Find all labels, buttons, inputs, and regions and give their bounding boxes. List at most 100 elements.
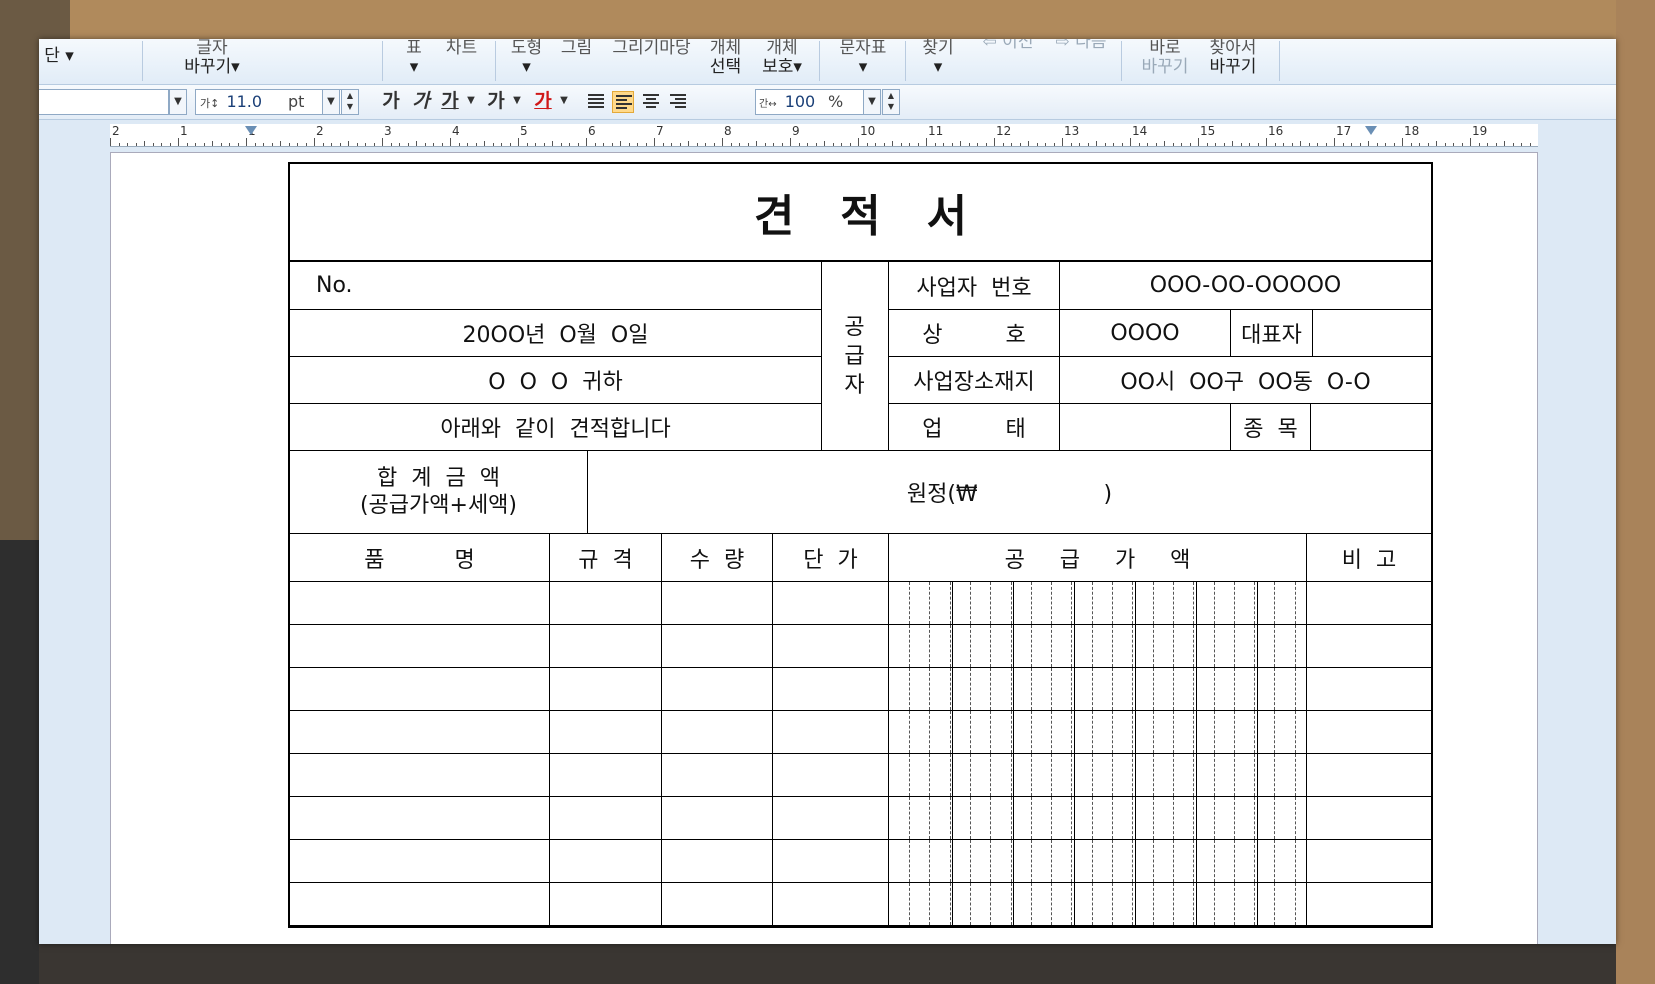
- quick-replace-button[interactable]: 바로 바꾸기: [1135, 39, 1195, 77]
- indent-marker-icon[interactable]: [1365, 126, 1377, 135]
- font-color-button[interactable]: 가: [529, 89, 557, 113]
- strikethrough-button[interactable]: 가: [482, 89, 510, 113]
- strikethrough-dropdown[interactable]: ▼: [510, 89, 524, 113]
- item-rows: [290, 582, 1431, 926]
- font-color-dropdown[interactable]: ▼: [557, 89, 571, 113]
- table-row[interactable]: [290, 797, 1431, 840]
- chart-button[interactable]: 차트: [439, 39, 484, 58]
- table-row[interactable]: [290, 754, 1431, 797]
- digit-group-divider: [952, 711, 953, 753]
- font-size-dropdown-arrow[interactable]: ▼: [322, 89, 340, 115]
- digit-group-divider: [1074, 625, 1075, 667]
- digit-group-divider: [1135, 625, 1136, 667]
- char-spacing-dropdown-arrow[interactable]: ▼: [863, 89, 881, 115]
- italic-button[interactable]: 가: [407, 89, 435, 113]
- style-select[interactable]: [39, 89, 169, 115]
- column-divider: [661, 797, 662, 839]
- find-next-button[interactable]: ⇨ 다음: [1046, 39, 1116, 52]
- digit-divider: [929, 625, 930, 667]
- ribbon-separator: [1121, 41, 1122, 81]
- align-left-button[interactable]: [612, 91, 634, 113]
- digit-group-divider: [1074, 883, 1075, 925]
- align-justify-button[interactable]: [585, 91, 607, 113]
- object-select-button[interactable]: 개체 선택: [703, 39, 748, 77]
- table-row[interactable]: [290, 711, 1431, 754]
- ruler-tick: [1334, 138, 1335, 146]
- document-page[interactable]: 견 적 서 No. 20OO년 O월 O일 O O O 귀하 아래와 같이 견적…: [111, 153, 1537, 944]
- ruler-number: 4: [452, 124, 460, 138]
- digit-divider: [1153, 840, 1154, 882]
- char-spacing-input[interactable]: 간↔ 100 %: [755, 89, 865, 115]
- address-row: 사업장소재지 OO시 OO구 OO동 O-O: [889, 357, 1431, 404]
- ruler-tick: [458, 143, 460, 146]
- digit-divider: [929, 668, 930, 710]
- underline-dropdown[interactable]: ▼: [464, 89, 478, 113]
- digit-group-divider: [1135, 797, 1136, 839]
- hwp-editor-window: 단 ▾ 글자 바꾸기▾ 표 ▾ 차트 도형 ▾ 그림 그리기마당 개체 선택 개…: [39, 39, 1616, 944]
- digit-divider: [1295, 668, 1296, 710]
- digit-divider: [909, 582, 910, 624]
- column-button[interactable]: 단 ▾: [39, 39, 79, 66]
- char-spacing-spinner[interactable]: ▲ ▼: [882, 89, 900, 115]
- align-right-button[interactable]: [667, 91, 689, 113]
- indent-marker-icon[interactable]: [245, 126, 257, 135]
- ruler-tick: [696, 143, 698, 146]
- ruler-tick: [1504, 141, 1505, 146]
- find-replace-button[interactable]: 찾아서 바꾸기: [1201, 39, 1265, 77]
- table-row[interactable]: [290, 582, 1431, 625]
- digit-divider: [1071, 754, 1072, 796]
- drawing-gallery-button[interactable]: 그리기마당: [604, 39, 699, 58]
- object-protect-button[interactable]: 개체 보호▾: [751, 39, 813, 77]
- digit-group-divider: [1196, 754, 1197, 796]
- ruler-tick: [662, 143, 664, 146]
- digit-group-divider: [1135, 711, 1136, 753]
- digit-divider: [1092, 840, 1093, 882]
- ruler-tick: [994, 138, 995, 146]
- ruler-tick: [110, 138, 111, 146]
- symbol-table-button[interactable]: 문자표 ▾: [827, 39, 899, 77]
- company-row: 상 호 OOOO 대표자: [889, 310, 1431, 357]
- ruler-number: 18: [1404, 124, 1420, 138]
- digit-divider: [1295, 883, 1296, 925]
- table-row[interactable]: [290, 840, 1431, 883]
- ruler-tick: [169, 143, 171, 146]
- underline-button[interactable]: 가: [436, 89, 464, 113]
- style-dropdown-arrow[interactable]: ▼: [169, 89, 187, 115]
- digit-divider: [1295, 711, 1296, 753]
- digit-divider: [1274, 883, 1275, 925]
- table-button[interactable]: 표 ▾: [394, 39, 434, 77]
- table-row[interactable]: [290, 625, 1431, 668]
- align-center-button[interactable]: [640, 91, 662, 113]
- shape-button[interactable]: 도형 ▾: [504, 39, 549, 77]
- font-size-spinner[interactable]: ▲ ▼: [341, 89, 359, 115]
- ruler-tick: [1223, 143, 1225, 146]
- find-previous-button[interactable]: ⇦ 이전: [974, 39, 1042, 52]
- ruler-tick: [365, 143, 366, 146]
- digit-divider: [1254, 797, 1255, 839]
- digit-group-divider: [1135, 754, 1136, 796]
- column-divider: [549, 840, 550, 882]
- digit-divider: [1153, 711, 1154, 753]
- ruler-tick: [1427, 143, 1429, 146]
- char-replace-button[interactable]: 글자 바꾸기▾: [147, 39, 277, 77]
- picture-button[interactable]: 그림: [554, 39, 599, 58]
- digit-divider: [1153, 582, 1154, 624]
- ruler-number: 16: [1268, 124, 1284, 138]
- digit-divider: [1214, 625, 1215, 667]
- ruler-number: 1: [180, 124, 188, 138]
- digit-divider: [950, 840, 951, 882]
- column-divider: [1306, 754, 1307, 796]
- table-row[interactable]: [290, 883, 1431, 926]
- find-button[interactable]: 찾기 ▾: [913, 39, 963, 77]
- ruler-tick: [382, 138, 383, 146]
- ribbon-separator: [905, 41, 906, 81]
- digit-divider: [1193, 840, 1194, 882]
- ruler-tick: [1155, 143, 1157, 146]
- digit-divider: [1254, 754, 1255, 796]
- horizontal-ruler[interactable]: 2 1 1 2 3 4 5 6 7 8 9 10 11 12 13 14 15 16 17 18 19: [39, 120, 1616, 152]
- bold-button[interactable]: 가: [377, 89, 405, 113]
- ruler-tick: [467, 143, 468, 146]
- table-row[interactable]: [290, 668, 1431, 711]
- digit-divider: [1031, 711, 1032, 753]
- digit-divider: [1234, 840, 1235, 882]
